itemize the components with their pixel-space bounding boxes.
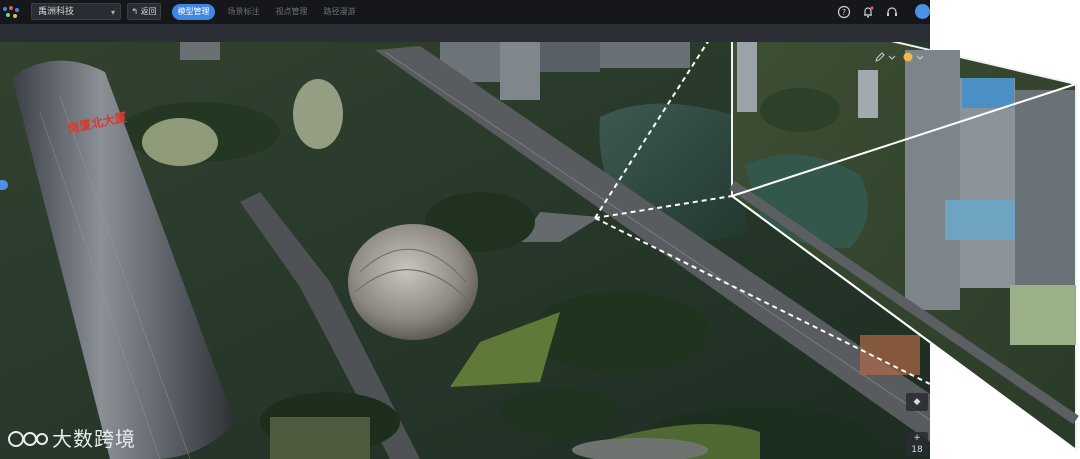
toolbar xyxy=(0,24,930,62)
project-select-label: 禹洲科技 xyxy=(38,7,75,17)
project-select[interactable]: 禹洲科技 ▾ xyxy=(31,3,121,20)
svg-text:?: ? xyxy=(842,8,846,17)
compass-button[interactable]: ◆ xyxy=(906,393,928,411)
chevron-down-icon[interactable] xyxy=(886,51,898,63)
watermark-text: 大数跨境 xyxy=(52,427,136,451)
chevron-down-icon[interactable] xyxy=(914,51,926,63)
user-avatar[interactable] xyxy=(915,4,930,19)
layer-color-icon[interactable] xyxy=(902,51,914,63)
top-bar: 禹洲科技 ▾ ↰ 返回 模型管理 场景标注 视点管理 路径漫游 ? xyxy=(0,0,930,24)
back-button-label: 返回 xyxy=(140,7,157,16)
back-button[interactable]: ↰ 返回 xyxy=(127,3,161,20)
zoom-control[interactable]: + 18 xyxy=(906,432,928,456)
app-logo-icon xyxy=(3,6,19,18)
tab-scene-annotation[interactable]: 场景标注 xyxy=(222,4,265,20)
aerial-3d-view[interactable]: 岗厦北大厦 xyxy=(0,42,930,459)
chevron-down-icon: ▾ xyxy=(110,8,115,17)
tab-path-roaming[interactable]: 路径漫游 xyxy=(318,4,361,20)
headset-icon[interactable] xyxy=(885,5,899,19)
watermark-logo-icon xyxy=(8,431,48,447)
tab-model-management[interactable]: 模型管理 xyxy=(172,4,215,20)
app-window: 禹洲科技 ▾ ↰ 返回 模型管理 场景标注 视点管理 路径漫游 ? 岗厦北大厦 … xyxy=(0,0,930,459)
pen-icon[interactable] xyxy=(874,51,886,63)
zoom-in-button[interactable]: + xyxy=(906,432,928,444)
back-arrow-icon: ↰ xyxy=(131,7,139,16)
help-icon[interactable]: ? xyxy=(837,5,851,19)
zoom-level: 18 xyxy=(911,445,923,455)
tab-viewpoint-management[interactable]: 视点管理 xyxy=(270,4,313,20)
bell-icon[interactable] xyxy=(861,5,875,19)
